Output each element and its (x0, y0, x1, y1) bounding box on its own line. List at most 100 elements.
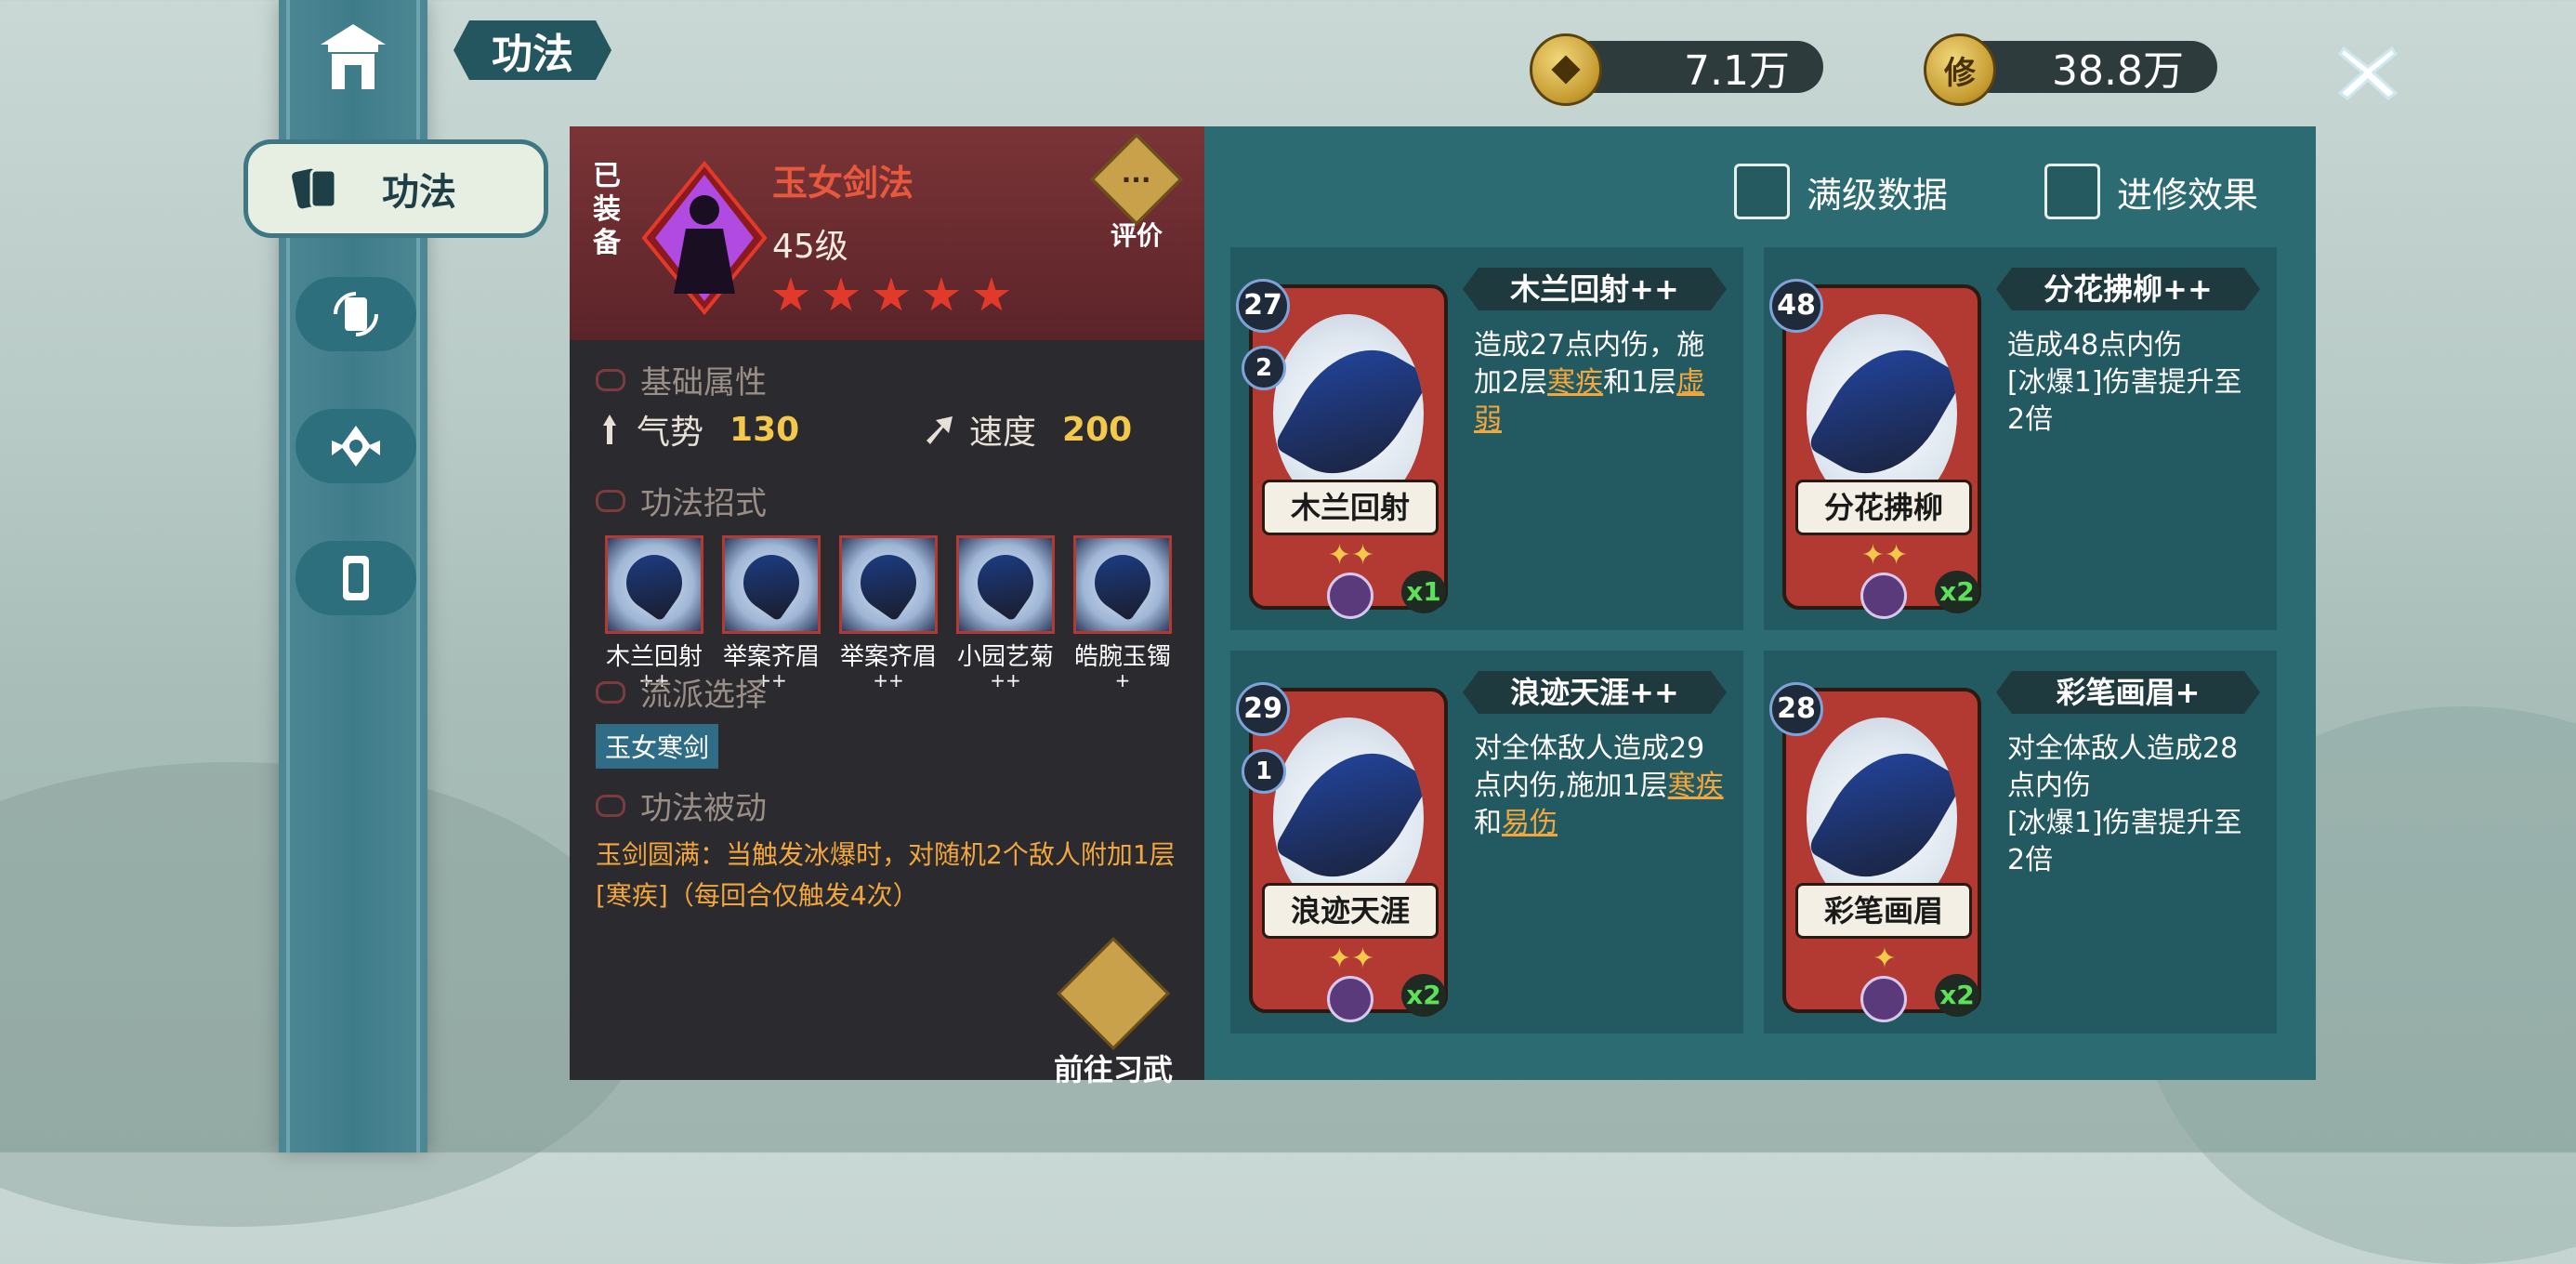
section-passive: 功法被动 (596, 783, 767, 828)
card-stack: 1 (1242, 749, 1286, 794)
sword-gem-icon (1327, 976, 1373, 1022)
move-list: 木兰回射 ++ 举案齐眉 ++ 举案齐眉 ++ 小园艺菊 ++ 皓腕玉镯 + (605, 535, 1172, 691)
card-title: 分花拂柳++ (1996, 268, 2260, 310)
desc-text: 和 (1474, 807, 1502, 839)
move-plus: ++ (873, 669, 904, 691)
chat-bubble-icon: ··· (1090, 133, 1183, 226)
goto-training-button[interactable]: 前往习武 (1034, 937, 1192, 1089)
desc-link[interactable]: 易伤 (1502, 807, 1557, 839)
nav-tab-skill-art[interactable]: 功法 (243, 139, 548, 238)
desc-link[interactable]: 寒疾 (1668, 770, 1724, 802)
star-icon (772, 277, 809, 311)
upgrade-icon: ✦ (1873, 942, 1897, 975)
move-name: 举案齐眉 (722, 643, 820, 671)
speed-icon (927, 416, 953, 444)
page-title: 功法 (453, 20, 611, 80)
desc-text: 对全体敌人造成28点内伤 [冰爆1]伤害提升至2倍 (2007, 732, 2242, 876)
toggle-label: 进修效果 (2117, 174, 2259, 216)
home-icon[interactable] (311, 17, 395, 100)
upgrade-icon: ✦✦ (1860, 539, 1909, 572)
move-name: 举案齐眉 (839, 643, 937, 671)
move-item[interactable]: 小园艺菊 ++ (956, 535, 1055, 690)
cultivation-value: 38.8万 (2052, 47, 2184, 95)
card-title: 浪迹天涯++ (1463, 671, 1727, 714)
passive-text: 玉剑圆满：当触发冰爆时，对随机2个敌人附加1层[寒疾]（每回合仅触发4次） (596, 839, 1176, 911)
nav-tab-label: 功法 (382, 171, 456, 214)
cultivation-symbol: 修 (1944, 54, 1976, 92)
nav-tab-card[interactable] (296, 541, 416, 615)
sword-gem-icon (1327, 573, 1373, 619)
card-description: 造成48点内伤 [冰爆1]伤害提升至2倍 (2007, 327, 2258, 439)
sword-gem-icon (1860, 573, 1907, 619)
card-art-label: 木兰回射 (1262, 480, 1439, 535)
move-card[interactable]: 木兰回射 27 2 ✦✦ x1 木兰回射++ 造成27点内伤，施加2层寒疾和1层… (1230, 247, 1743, 630)
close-icon[interactable] (2331, 33, 2405, 108)
section-label: 流派选择 (640, 677, 767, 714)
checkbox[interactable] (1734, 164, 1790, 219)
card-count: x2 (1935, 571, 1979, 613)
move-item[interactable]: 皓腕玉镯 + (1073, 535, 1172, 690)
art-info-panel: 已装备 玉女剑法 45级 ··· 评价 基础属性 气势 130 速度 200 功… (570, 126, 1204, 1087)
move-art (605, 535, 703, 634)
stat-value: 130 (729, 410, 800, 449)
move-name: 皓腕玉镯 (1073, 643, 1171, 671)
move-art (956, 535, 1055, 634)
card-stack: 2 (1242, 346, 1286, 390)
momentum-icon (603, 415, 616, 444)
card-description: 造成27点内伤，施加2层寒疾和1层虚弱 (1474, 327, 1725, 439)
toggle-label: 满级数据 (1807, 174, 1949, 216)
nav-tab-emblem[interactable] (296, 409, 416, 483)
stat-speed: 速度 200 (923, 405, 1132, 454)
move-item[interactable]: 举案齐眉 ++ (839, 535, 938, 691)
card-cost: 28 (1769, 682, 1823, 736)
star-icon (873, 277, 910, 311)
move-art (722, 535, 821, 634)
card-art-label: 分花拂柳 (1795, 480, 1972, 535)
section-label: 功法招式 (640, 485, 767, 522)
review-button[interactable]: ··· 评价 (1090, 133, 1183, 253)
card-count: x2 (1935, 974, 1979, 1017)
move-card[interactable]: 分花拂柳 48 ✦✦ x2 分花拂柳++ 造成48点内伤 [冰爆1]伤害提升至2… (1764, 247, 2277, 630)
desc-text: 和1层 (1603, 366, 1677, 399)
cards-panel: 满级数据 进修效果 木兰回射 27 2 ✦✦ x1 木兰回射++ 造成27点内伤… (1204, 126, 2316, 1080)
equipped-badge: 已装备 (593, 160, 621, 259)
max-data-toggle[interactable]: 满级数据 (1734, 164, 1948, 219)
move-art (1073, 535, 1172, 634)
star-icon (973, 277, 1010, 311)
move-name: 木兰回射 (605, 643, 703, 671)
scroll-bullet-icon (596, 794, 625, 817)
move-item[interactable]: 举案齐眉 ++ (722, 535, 821, 690)
art-level: 45级 (772, 228, 848, 266)
card-cost: 27 (1236, 279, 1290, 333)
checkbox[interactable] (2044, 164, 2100, 219)
cards-icon (292, 168, 337, 209)
art-header: 已装备 玉女剑法 45级 ··· 评价 (570, 126, 1204, 340)
emblem-icon (332, 426, 380, 467)
advance-effect-toggle[interactable]: 进修效果 (2044, 164, 2258, 219)
move-art (839, 535, 938, 634)
upgrade-icon: ✦✦ (1327, 539, 1375, 572)
stat-label: 速度 (969, 414, 1037, 452)
card-count: x2 (1401, 974, 1446, 1017)
stat-value: 200 (1062, 410, 1133, 449)
card-cost: 48 (1769, 279, 1823, 333)
section-label: 功法被动 (640, 790, 767, 827)
school-tag[interactable]: 玉女寒剑 (596, 724, 719, 769)
move-item[interactable]: 木兰回射 ++ (605, 535, 703, 690)
stat-momentum: 气势 130 (596, 405, 799, 454)
card-art-label: 彩笔画眉 (1795, 883, 1972, 939)
move-card[interactable]: 彩笔画眉 28 ✦ x2 彩笔画眉+ 对全体敌人造成28点内伤 [冰爆1]伤害提… (1764, 651, 2277, 1034)
star-rating (772, 277, 1010, 314)
nav-tab-cycle[interactable] (296, 277, 416, 351)
desc-link[interactable]: 寒疾 (1547, 366, 1603, 399)
card-art-label: 浪迹天涯 (1262, 883, 1439, 939)
move-card[interactable]: 浪迹天涯 29 1 ✦✦ x2 浪迹天涯++ 对全体敌人造成29点内伤,施加1层… (1230, 651, 1743, 1034)
art-name: 玉女剑法 (772, 163, 914, 204)
upgrade-icon: ✦✦ (1327, 942, 1375, 975)
sword-gem-icon (1860, 976, 1907, 1022)
desc-text: 造成48点内伤 [冰爆1]伤害提升至2倍 (2007, 329, 2242, 436)
section-school: 流派选择 (596, 669, 767, 715)
card-title: 彩笔画眉+ (1996, 671, 2260, 714)
coin-icon (1530, 33, 1602, 106)
scroll-bullet-icon (596, 680, 625, 704)
